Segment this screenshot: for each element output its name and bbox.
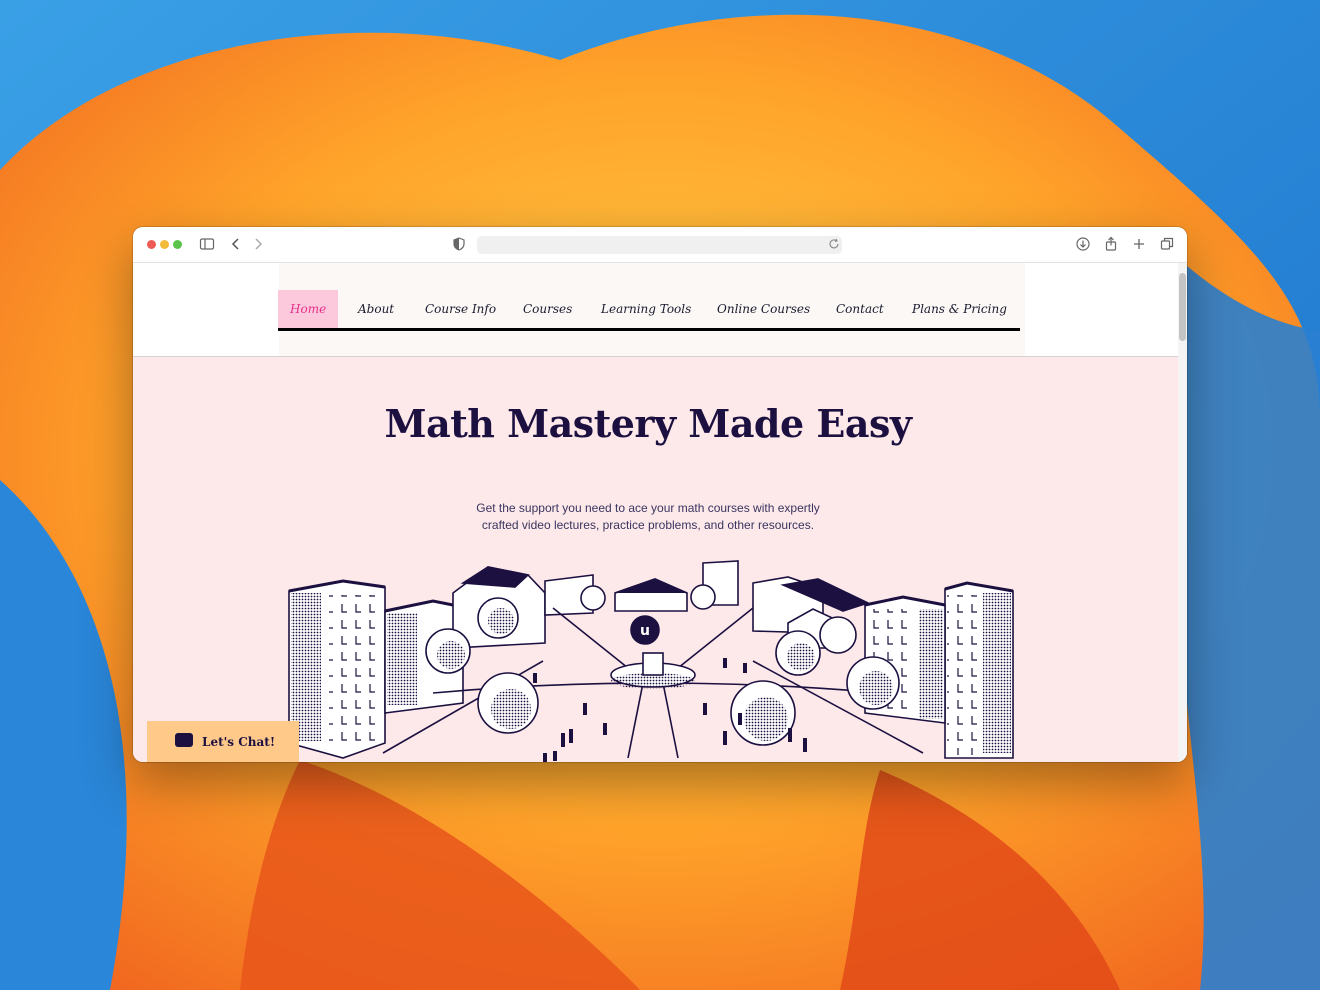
tabs-icon[interactable]: [1159, 236, 1175, 252]
page-scrollbar[interactable]: [1178, 263, 1187, 762]
close-window-button[interactable]: [147, 240, 156, 249]
nav-item-online-courses[interactable]: Online Courses: [717, 290, 810, 328]
back-icon[interactable]: [228, 236, 244, 252]
nav-item-course-info[interactable]: Course Info: [425, 290, 496, 328]
scroll-thumb[interactable]: [1179, 273, 1186, 341]
page-viewport: Home About Course Info Courses Learning …: [133, 263, 1187, 762]
main-nav: Home About Course Info Courses Learning …: [278, 290, 1020, 331]
nav-item-plans-pricing[interactable]: Plans & Pricing: [912, 290, 1007, 328]
minimize-window-button[interactable]: [160, 240, 169, 249]
nav-item-learning-tools[interactable]: Learning Tools: [601, 290, 691, 328]
nav-item-courses[interactable]: Courses: [523, 290, 572, 328]
nav-item-contact[interactable]: Contact: [836, 290, 884, 328]
browser-window: Home About Course Info Courses Learning …: [133, 227, 1187, 762]
chat-label: Let's Chat!: [202, 735, 276, 749]
nav-item-about[interactable]: About: [358, 290, 394, 328]
logo-letter: u: [640, 623, 650, 639]
reload-icon[interactable]: [826, 236, 842, 252]
forward-icon[interactable]: [250, 236, 266, 252]
chat-widget-button[interactable]: Let's Chat!: [147, 721, 299, 762]
nav-item-home[interactable]: Home: [278, 290, 339, 328]
campus-illustration: u: [288, 560, 1014, 762]
hero-subtitle: Get the support you need to ace your mat…: [476, 501, 820, 532]
address-bar[interactable]: [477, 236, 842, 254]
sidebar-icon[interactable]: [199, 236, 215, 252]
shield-icon: [453, 237, 465, 251]
download-icon[interactable]: [1075, 236, 1091, 252]
share-icon[interactable]: [1103, 236, 1119, 252]
hero-title: Math Mastery Made Easy: [384, 401, 912, 446]
chat-bubble-icon: [175, 733, 193, 747]
site-header: Home About Course Info Courses Learning …: [133, 263, 1178, 357]
browser-toolbar: [133, 227, 1187, 263]
new-tab-icon[interactable]: [1131, 236, 1147, 252]
zoom-window-button[interactable]: [173, 240, 182, 249]
